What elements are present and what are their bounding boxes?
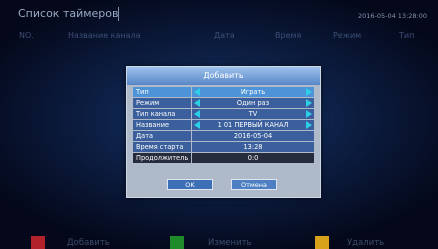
field-type-value: Играть [240,88,266,96]
field-channel-type[interactable]: Тип канала TV [133,109,314,119]
arrow-right-icon[interactable] [306,110,312,118]
legend-edit-label: Изменить [208,238,252,248]
field-mode-value: Один раз [236,99,270,107]
legend-delete-label: Удалить [347,238,385,248]
field-date-value[interactable]: 2016-05-04 [192,131,314,141]
column-header-no: NO. [19,31,34,40]
cancel-button[interactable]: Отмена [231,179,277,190]
field-start-time[interactable]: Время старта 13:28 [133,142,314,152]
arrow-left-icon[interactable] [194,99,200,107]
top-bar: Список таймеров 2016-05-04 13:28:00 [0,0,438,30]
field-mode-selector[interactable]: Один раз [192,98,314,108]
field-mode[interactable]: Режим Один раз [133,98,314,108]
column-header-date: Дата [214,31,235,40]
dialog-fields: Тип Играть Режим Один раз Тип канала TV [133,87,314,164]
field-date-label: Дата [133,131,191,141]
red-key-icon [31,236,45,249]
column-header-time: Время [275,31,302,40]
arrow-right-icon[interactable] [306,99,312,107]
field-mode-label: Режим [133,98,191,108]
arrow-left-icon[interactable] [194,121,200,129]
field-duration[interactable]: Продолжитель 0:0 [133,153,314,163]
field-duration-label: Продолжитель [133,153,191,163]
yellow-key-icon [315,236,329,249]
field-type[interactable]: Тип Играть [133,87,314,97]
field-channel-name-value: 1 01 ПЕРВЫЙ КАНАЛ [217,121,289,129]
field-channel-type-label: Тип канала [133,109,191,119]
field-start-time-label: Время старта [133,142,191,152]
field-channel-name-label: Название [133,120,191,130]
screen-title: Список таймеров [18,7,119,20]
column-header-mode: Режим [333,31,362,40]
arrow-left-icon[interactable] [194,110,200,118]
legend-add-label: Добавить [67,238,110,248]
green-key-icon [170,236,184,249]
ok-button[interactable]: OK [167,179,213,190]
add-timer-dialog: Добавить Тип Играть Режим Один раз Тип к… [126,66,321,198]
field-type-selector[interactable]: Играть [192,87,314,97]
timer-table-header: NO. Название канала Дата Время Режим Тип [0,31,438,43]
arrow-right-icon[interactable] [306,121,312,129]
column-header-channel-name: Название канала [68,31,141,40]
field-channel-type-value: TV [248,110,258,118]
arrow-right-icon[interactable] [306,88,312,96]
text-cursor [118,7,119,21]
clock: 2016-05-04 13:28:00 [357,12,427,20]
field-channel-type-selector[interactable]: TV [192,109,314,119]
field-channel-name[interactable]: Название 1 01 ПЕРВЫЙ КАНАЛ [133,120,314,130]
field-channel-name-selector[interactable]: 1 01 ПЕРВЫЙ КАНАЛ [192,120,314,130]
field-duration-value[interactable]: 0:0 [192,153,314,163]
field-start-time-value[interactable]: 13:28 [192,142,314,152]
column-header-type: Тип [399,31,415,40]
field-type-label: Тип [133,87,191,97]
field-date[interactable]: Дата 2016-05-04 [133,131,314,141]
dialog-title: Добавить [127,67,320,85]
arrow-left-icon[interactable] [194,88,200,96]
